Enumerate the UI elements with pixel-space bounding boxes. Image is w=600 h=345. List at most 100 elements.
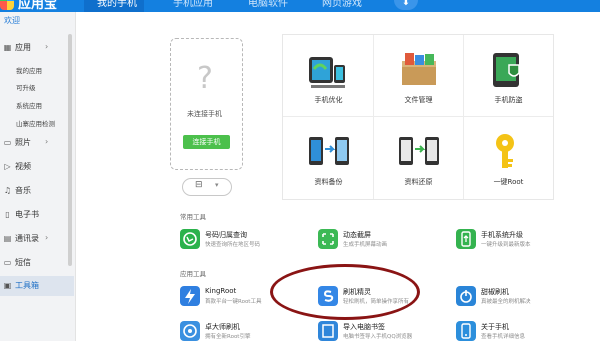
ebook-icon: ▯ [5, 210, 10, 219]
tool-phone-lookup[interactable]: 号码归属查询 快速查询所在地区号码 [180, 227, 300, 251]
tool-desc: 一键升级到最新版本 [481, 242, 531, 248]
tool-about-phone[interactable]: 关于手机 查看手机详细信息 [456, 319, 576, 343]
tool-name: 甜椒刷机 [481, 288, 509, 296]
contacts-icon: ▤ [3, 234, 12, 243]
tool-name: 关于手机 [481, 323, 509, 331]
restore-icon [399, 137, 439, 165]
tab-my-phone[interactable]: 我的手机 [97, 0, 137, 9]
file-manager-icon [402, 53, 436, 85]
tool-desc: 拥有全新Root引擎 [205, 334, 251, 340]
phone-optimize-icon [309, 57, 345, 88]
tool-name: 导入电脑书签 [343, 323, 385, 331]
grid-label: 资料备份 [314, 178, 343, 186]
sidebar-item-label: 通讯录 [15, 234, 39, 243]
grid-label: 手机优化 [314, 96, 343, 104]
grid-divider [463, 35, 464, 199]
sidebar-welcome[interactable]: 欢迎 [4, 15, 20, 26]
sms-icon: ▭ [3, 258, 12, 267]
tool-name: 号码归属查询 [205, 231, 247, 239]
tool-desc: 首款平台一键Root工具 [205, 299, 262, 305]
tab-web-games[interactable]: 网页游戏 [322, 0, 362, 9]
photo-icon: ▭ [3, 138, 12, 147]
video-icon: ▷ [4, 162, 11, 171]
sidebar-item-label: 应用 [15, 43, 31, 52]
grid-phone-optimize[interactable]: 手机优化 [285, 37, 372, 115]
highlight-ellipse [270, 264, 420, 320]
grid-label: 文件管理 [404, 96, 433, 104]
sidebar-sub-system-apps[interactable]: 系统应用 [16, 100, 42, 110]
app-logo-icon [0, 0, 14, 10]
grid-icon: ▦ [3, 43, 12, 52]
bookmark-import-icon [318, 321, 338, 341]
sidebar-item-ebooks[interactable]: ▯ 电子书 [0, 205, 74, 225]
tool-tianjiao-flash[interactable]: 甜椒刷机 真被最全的刷机解决 [456, 284, 576, 308]
sidebar-item-label: 电子书 [15, 210, 39, 219]
tool-system-upgrade[interactable]: 手机系统升级 一键升级到最新版本 [456, 227, 576, 251]
tool-import-bookmarks[interactable]: 导入电脑书签 电脑书签导入手机QQ浏览器 [318, 319, 438, 343]
root-key-icon [496, 134, 514, 168]
sidebar-item-label: 短信 [15, 258, 31, 267]
sidebar-item-contacts[interactable]: ▤ 通讯录 › [0, 229, 74, 249]
phone-lookup-icon [180, 229, 200, 249]
section-title-apps: 应用工具 [180, 270, 206, 278]
device-split-button[interactable]: ⊟ ▾ [182, 178, 232, 196]
grid-anti-theft[interactable]: 手机防盗 [465, 37, 552, 115]
grid-divider [283, 116, 553, 117]
music-icon: ♫ [3, 186, 12, 195]
grid-label: 手机防盗 [494, 96, 523, 104]
anti-theft-icon [493, 53, 520, 87]
sidebar: 欢迎 ▦ 应用 › 我的应用 可升级 系统应用 山寨应用检测 ▭ 照片 › ▷ … [0, 12, 76, 341]
sidebar-item-apps[interactable]: ▦ 应用 › [0, 38, 74, 58]
system-upgrade-icon [456, 229, 476, 249]
sidebar-sub-upgradable[interactable]: 可升级 [16, 82, 36, 92]
grid-restore[interactable]: 资料还原 [375, 119, 462, 197]
grid-label: 一键Root [493, 178, 524, 186]
sidebar-item-toolbox[interactable]: ▣ 工具箱 [0, 276, 74, 296]
tool-desc: 查看手机详细信息 [481, 334, 526, 340]
device-switch-icon: ⊟ [195, 180, 203, 190]
tool-dynamic-screenshot[interactable]: 动态截屏 生成手机屏幕动画 [318, 227, 438, 251]
about-phone-icon [456, 321, 476, 341]
sidebar-item-label: 工具箱 [15, 281, 39, 290]
chevron-right-icon: › [45, 137, 49, 146]
sidebar-item-label: 照片 [15, 138, 31, 147]
chevron-right-icon: › [45, 42, 49, 51]
app-brand: 应用宝 [18, 0, 58, 12]
question-mark-icon: ? [197, 61, 213, 96]
sidebar-sub-my-apps[interactable]: 我的应用 [16, 65, 42, 75]
grid-label: 资料还原 [404, 178, 433, 186]
sidebar-item-sms[interactable]: ▭ 短信 [0, 253, 74, 273]
tool-name: 动态截屏 [343, 231, 371, 239]
zhuodashi-icon [180, 321, 200, 341]
toolbox-icon: ▣ [3, 281, 12, 290]
grid-backup[interactable]: 资料备份 [285, 119, 372, 197]
tool-name: 卓大师刷机 [205, 323, 240, 331]
chevron-down-icon: ▾ [215, 181, 219, 189]
download-icon[interactable]: ⬇ [394, 0, 418, 10]
grid-file-manager[interactable]: 文件管理 [375, 37, 462, 115]
tool-grid: 手机优化 文件管理 手机防盗 资料备份 资料还原 一键Root [282, 34, 554, 200]
tab-phone-apps[interactable]: 手机应用 [173, 0, 213, 9]
connect-phone-button[interactable]: 连接手机 [183, 135, 230, 149]
tool-desc: 电脑书签导入手机QQ浏览器 [343, 334, 413, 340]
sidebar-item-music[interactable]: ♫ 音乐 [0, 181, 74, 201]
tool-zhuodashi-flash[interactable]: 卓大师刷机 拥有全新Root引擎 [180, 319, 300, 343]
sidebar-item-label: 视频 [15, 162, 31, 171]
tool-name: KingRoot [205, 287, 237, 295]
tool-name: 手机系统升级 [481, 231, 523, 239]
connect-phone-card: ? 未连接手机 连接手机 [170, 38, 243, 170]
screenshot-icon [318, 229, 338, 249]
sidebar-sub-fake-app-check[interactable]: 山寨应用检测 [16, 118, 55, 128]
tool-desc: 生成手机屏幕动画 [343, 242, 388, 248]
sidebar-item-videos[interactable]: ▷ 视频 [0, 157, 74, 177]
tab-pc-software[interactable]: 电脑软件 [248, 0, 288, 9]
tool-desc: 真被最全的刷机解决 [481, 299, 531, 305]
tianjiao-icon [456, 286, 476, 306]
sidebar-scrollbar[interactable] [68, 34, 72, 266]
sidebar-item-photos[interactable]: ▭ 照片 › [0, 133, 74, 153]
not-connected-label: 未连接手机 [187, 110, 222, 118]
grid-divider [373, 35, 374, 199]
grid-root[interactable]: 一键Root [465, 119, 552, 197]
tool-desc: 快速查询所在地区号码 [205, 242, 261, 248]
sidebar-item-label: 音乐 [15, 186, 31, 195]
